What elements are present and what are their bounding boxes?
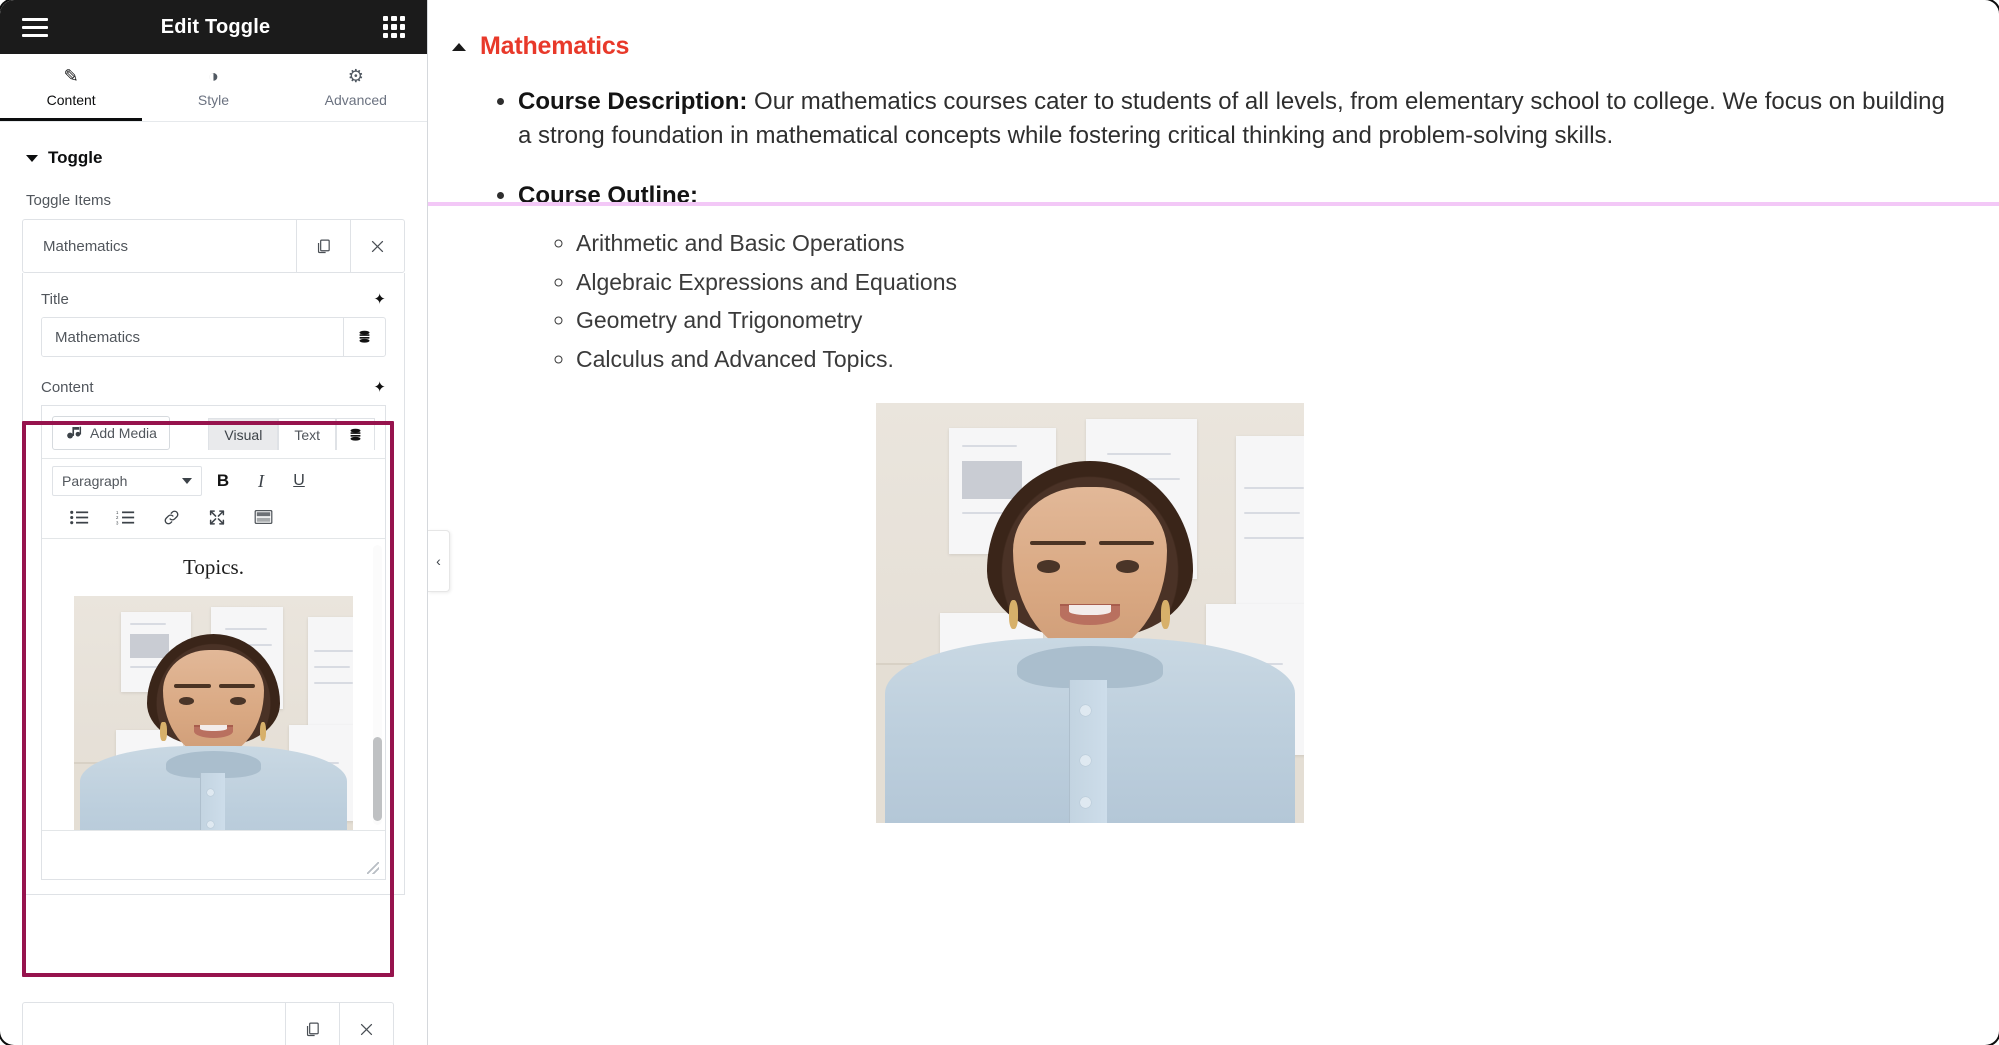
chevron-down-icon bbox=[182, 478, 192, 484]
media-note-icon bbox=[67, 426, 82, 438]
repeater-item-title[interactable] bbox=[23, 1003, 285, 1045]
editor-mode-tabs: Visual Text bbox=[208, 418, 375, 450]
close-x-icon[interactable] bbox=[350, 220, 404, 272]
editor-canvas-content: Topics. bbox=[42, 539, 385, 830]
title-input-row bbox=[41, 317, 386, 357]
editor-format-toolbar: Paragraph B I U 1 2 3 bbox=[42, 458, 385, 539]
editor-mode-text[interactable]: Text bbox=[278, 418, 336, 450]
copy-icon[interactable] bbox=[285, 1003, 339, 1045]
tab-content[interactable]: ✎ Content bbox=[0, 54, 143, 121]
bullet-list-icon[interactable] bbox=[62, 502, 96, 532]
accordion-image bbox=[876, 402, 1304, 823]
page-title: Edit Toggle bbox=[160, 15, 271, 38]
panel-header: Edit Toggle bbox=[0, 0, 427, 54]
repeater-item-title[interactable]: Mathematics bbox=[23, 220, 296, 272]
database-stack-icon[interactable] bbox=[343, 318, 385, 356]
section-divider bbox=[428, 202, 1999, 206]
hamburger-icon[interactable] bbox=[22, 17, 48, 37]
tab-advanced-label: Advanced bbox=[324, 92, 387, 108]
underline-button[interactable]: U bbox=[282, 466, 316, 496]
repeater-item-body: Title ✦ Content ✦ bbox=[22, 273, 405, 895]
list-item: Geometry and Trigonometry bbox=[576, 304, 1959, 338]
tab-content-label: Content bbox=[46, 92, 96, 108]
tab-style[interactable]: ◑ Style bbox=[142, 54, 284, 121]
editor-paragraph-text: Topics. bbox=[183, 555, 244, 579]
repeater-item-row[interactable] bbox=[22, 1002, 394, 1045]
editor-mode-visual[interactable]: Visual bbox=[208, 418, 279, 450]
svg-text:3: 3 bbox=[116, 520, 119, 525]
chevron-left-icon: ‹ bbox=[436, 553, 441, 569]
paragraph-format-select[interactable]: Paragraph bbox=[52, 466, 202, 496]
editor-inline-image[interactable] bbox=[74, 596, 353, 830]
elementor-editor-window: Edit Toggle ✎ Content ◑ Style ⚙ Advanced… bbox=[0, 0, 1999, 1045]
accordion-title: Mathematics bbox=[480, 32, 630, 60]
list-item: Course Description: Our mathematics cour… bbox=[518, 85, 1959, 153]
editor-scrollbar[interactable] bbox=[373, 545, 382, 825]
close-x-icon[interactable] bbox=[339, 1003, 393, 1045]
repeater-item-row[interactable]: Mathematics bbox=[22, 219, 405, 273]
title-field-label-row: Title ✦ bbox=[23, 273, 404, 317]
grid-apps-icon[interactable] bbox=[383, 16, 405, 38]
bold-button[interactable]: B bbox=[206, 466, 240, 496]
add-media-label: Add Media bbox=[90, 425, 157, 441]
course-outline-sublist: Arithmetic and Basic Operations Algebrai… bbox=[518, 227, 1959, 376]
pencil-icon: ✎ bbox=[63, 66, 79, 86]
tab-style-label: Style bbox=[197, 92, 230, 108]
database-stack-icon[interactable] bbox=[336, 418, 375, 450]
numbered-list-icon[interactable]: 1 2 3 bbox=[108, 502, 142, 532]
section-toggle-label: Toggle bbox=[48, 148, 103, 167]
editor-top-bar: Add Media Visual Text bbox=[42, 406, 385, 450]
paragraph-format-value: Paragraph bbox=[62, 473, 128, 489]
list-item: Calculus and Advanced Topics. bbox=[576, 343, 1959, 377]
editor-canvas[interactable]: Topics. bbox=[42, 539, 385, 831]
accordion-header[interactable]: Mathematics bbox=[428, 0, 1999, 61]
title-input[interactable] bbox=[42, 318, 343, 356]
fullscreen-expand-icon[interactable] bbox=[200, 502, 234, 532]
toolbar-row-1: Paragraph B I U bbox=[52, 466, 375, 496]
caret-up-icon bbox=[452, 42, 466, 51]
ai-sparkle-icon[interactable]: ✦ bbox=[373, 292, 386, 307]
link-icon[interactable] bbox=[154, 502, 188, 532]
page-preview: ‹ Mathematics Course Description: Our ma… bbox=[428, 0, 1999, 1045]
panel-collapse-handle[interactable]: ‹ bbox=[428, 530, 450, 592]
editor-status-bar bbox=[42, 831, 385, 879]
toggle-items-label: Toggle Items bbox=[26, 192, 112, 209]
content-field-label: Content bbox=[41, 379, 94, 396]
editor-resize-handle[interactable] bbox=[367, 862, 379, 874]
svg-text:1: 1 bbox=[116, 510, 119, 515]
course-description-label: Course Description: bbox=[518, 88, 748, 115]
svg-text:2: 2 bbox=[116, 515, 119, 520]
copy-icon[interactable] bbox=[296, 220, 350, 272]
keyboard-toolbar-icon[interactable] bbox=[246, 502, 280, 532]
list-item: Algebraic Expressions and Equations bbox=[576, 266, 1959, 300]
gear-icon: ⚙ bbox=[347, 66, 364, 86]
editor-scrollbar-thumb[interactable] bbox=[373, 737, 382, 821]
half-circle-contrast-icon: ◑ bbox=[208, 66, 219, 86]
ai-sparkle-icon[interactable]: ✦ bbox=[373, 380, 386, 395]
list-item: Arithmetic and Basic Operations bbox=[576, 227, 1959, 261]
content-field-label-row: Content ✦ bbox=[23, 357, 404, 405]
caret-down-icon bbox=[26, 154, 38, 162]
panel-tabs: ✎ Content ◑ Style ⚙ Advanced bbox=[0, 54, 427, 122]
toolbar-row-2: 1 2 3 bbox=[52, 502, 375, 532]
wysiwyg-editor: Add Media Visual Text Paragraph B I U 1 … bbox=[41, 405, 386, 880]
section-toggle-header[interactable]: Toggle bbox=[0, 122, 427, 168]
list-item: Course Outline: Arithmetic and Basic Ope… bbox=[518, 179, 1959, 376]
add-media-button[interactable]: Add Media bbox=[52, 416, 170, 450]
course-bullet-list: Course Description: Our mathematics cour… bbox=[492, 85, 1959, 377]
accordion-body: Course Description: Our mathematics cour… bbox=[428, 61, 1999, 377]
title-field-label: Title bbox=[41, 291, 69, 308]
tab-advanced[interactable]: ⚙ Advanced bbox=[285, 54, 427, 121]
editor-side-panel: Edit Toggle ✎ Content ◑ Style ⚙ Advanced… bbox=[0, 0, 428, 1045]
italic-button[interactable]: I bbox=[244, 466, 278, 496]
